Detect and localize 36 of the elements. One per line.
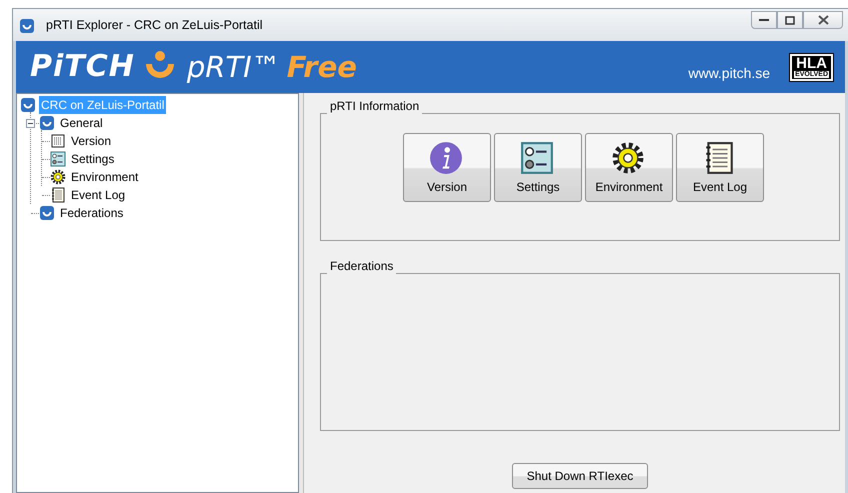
minus-icon [28, 122, 33, 124]
tree-item[interactable]: Event Log [69, 186, 128, 204]
group-title: pRTI Information [329, 100, 420, 112]
maximize-button[interactable] [777, 11, 803, 29]
tree-item[interactable]: Settings [69, 150, 116, 168]
minimize-icon [759, 18, 769, 22]
minimize-button[interactable] [751, 11, 777, 29]
info-button[interactable]: Settings [494, 133, 582, 202]
server-icon [20, 97, 36, 113]
collapse-toggle[interactable] [26, 118, 35, 128]
server-icon [19, 18, 35, 34]
tree-item[interactable]: Environment [69, 168, 140, 186]
website-link[interactable]: www.pitch.se [688, 62, 770, 84]
info-button[interactable]: Environment [585, 133, 673, 202]
settings-icon [520, 141, 554, 175]
info-button[interactable]: Version [403, 133, 491, 202]
tree-item[interactable]: General [58, 114, 105, 132]
tree-item[interactable]: Version [69, 132, 114, 150]
grid-document-icon [50, 133, 66, 149]
close-icon [818, 15, 828, 25]
edition-label: Free [286, 52, 357, 82]
settings-icon [50, 151, 66, 167]
group-title: Federations [329, 260, 394, 272]
info-button[interactable]: Event Log [676, 133, 764, 202]
gear-icon [610, 141, 644, 175]
product-name: pRTI™ [186, 52, 281, 82]
window-title: pRTI Explorer - CRC on ZeLuis-Portatil [46, 16, 263, 34]
maximize-icon [785, 16, 795, 24]
shutdown-button[interactable]: Shut Down RTIexec [512, 463, 648, 489]
server-icon [39, 115, 55, 131]
notebook-icon [50, 187, 66, 203]
gear-icon [50, 169, 66, 185]
close-button[interactable] [803, 11, 843, 29]
logo-text: PiTCH [30, 52, 135, 82]
info-icon [428, 141, 462, 175]
tree-item[interactable]: Federations [58, 204, 126, 222]
